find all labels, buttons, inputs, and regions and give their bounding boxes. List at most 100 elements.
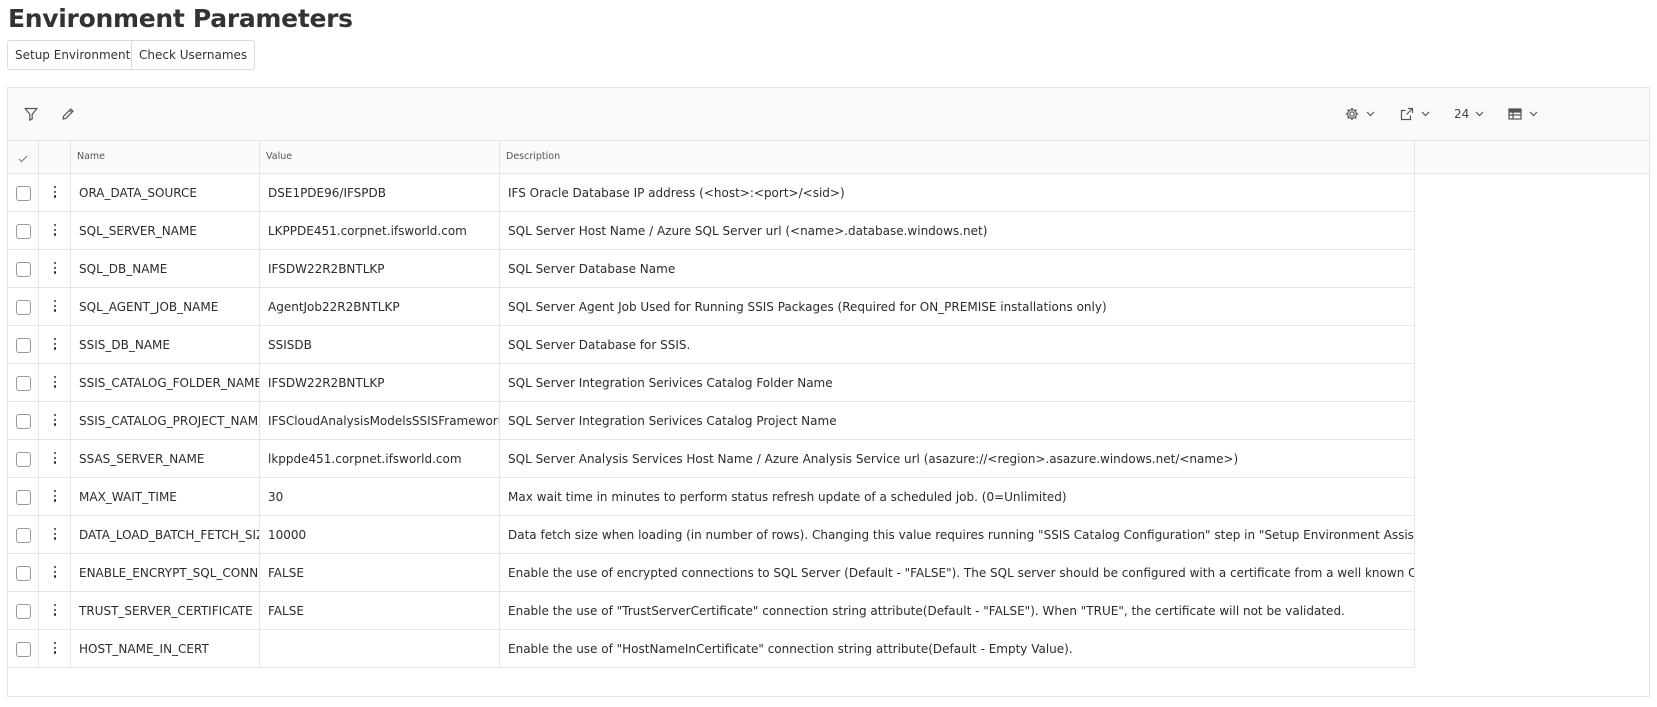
cell-name[interactable]: ORA_DATA_SOURCE <box>71 174 260 212</box>
table-view-dropdown[interactable] <box>1507 103 1538 125</box>
cell-description[interactable]: SQL Server Host Name / Azure SQL Server … <box>500 212 1415 250</box>
cell-description[interactable]: SQL Server Database Name <box>500 250 1415 288</box>
more-vertical-icon[interactable] <box>53 376 57 390</box>
more-vertical-icon[interactable] <box>53 262 57 276</box>
row-checkbox[interactable] <box>16 186 31 201</box>
cell-value[interactable]: IFSDW22R2BNTLKP <box>260 250 500 288</box>
column-header-value[interactable]: Value <box>260 141 500 174</box>
row-select-cell <box>8 212 39 250</box>
check-usernames-button[interactable]: Check Usernames <box>131 40 256 70</box>
more-vertical-icon[interactable] <box>53 414 57 428</box>
cell-value[interactable]: lkppde451.corpnet.ifsworld.com <box>260 440 500 478</box>
cell-value[interactable]: LKPPDE451.corpnet.ifsworld.com <box>260 212 500 250</box>
cell-description[interactable]: SQL Server Database for SSIS. <box>500 326 1415 364</box>
cell-value[interactable]: DSE1PDE96/IFSPDB <box>260 174 500 212</box>
table-row[interactable]: DATA_LOAD_BATCH_FETCH_SIZE 10000 Data fetc… <box>8 516 1415 554</box>
table-row[interactable]: ORA_DATA_SOURCE DSE1PDE96/IFSPDB IFS Oracl… <box>8 174 1415 212</box>
cell-name[interactable]: HOST_NAME_IN_CERT <box>71 630 260 668</box>
more-vertical-icon[interactable] <box>53 186 57 200</box>
more-vertical-icon[interactable] <box>53 452 57 466</box>
table-row[interactable]: SSAS_SERVER_NAME lkppde451.corpnet.ifswor… <box>8 440 1415 478</box>
column-header-name[interactable]: Name <box>71 141 260 174</box>
more-vertical-icon[interactable] <box>53 642 57 656</box>
row-checkbox[interactable] <box>16 414 31 429</box>
table-row[interactable]: SSIS_CATALOG_FOLDER_NAME IFSDW22R2BNTLKP S… <box>8 364 1415 402</box>
column-header-description[interactable]: Description <box>500 141 1415 174</box>
cell-description[interactable]: IFS Oracle Database IP address (<host>:<… <box>500 174 1415 212</box>
page-size-dropdown[interactable]: 24 <box>1454 103 1484 125</box>
row-checkbox[interactable] <box>16 528 31 543</box>
row-menu-cell <box>39 288 71 326</box>
cell-description[interactable]: SQL Server Analysis Services Host Name /… <box>500 440 1415 478</box>
more-vertical-icon[interactable] <box>53 300 57 314</box>
cell-value[interactable]: 10000 <box>260 516 500 554</box>
cell-name[interactable]: DATA_LOAD_BATCH_FETCH_SIZE <box>71 516 260 554</box>
row-checkbox[interactable] <box>16 452 31 467</box>
row-select-cell <box>8 174 39 212</box>
cell-value[interactable]: FALSE <box>260 592 500 630</box>
cell-description[interactable]: SQL Server Agent Job Used for Running SS… <box>500 288 1415 326</box>
filter-icon[interactable] <box>23 103 39 125</box>
row-checkbox[interactable] <box>16 338 31 353</box>
cell-name[interactable]: ENABLE_ENCRYPT_SQL_CONN <box>71 554 260 592</box>
table-row[interactable]: SQL_DB_NAME IFSDW22R2BNTLKP SQL Server Dat… <box>8 250 1415 288</box>
row-checkbox[interactable] <box>16 300 31 315</box>
table-row[interactable]: SSIS_CATALOG_PROJECT_NAME IFSCloudAnalysi… <box>8 402 1415 440</box>
table-view-icon <box>1508 108 1522 120</box>
more-vertical-icon[interactable] <box>53 528 57 542</box>
table-row[interactable]: SQL_AGENT_JOB_NAME AgentJob22R2BNTLKP SQL … <box>8 288 1415 326</box>
more-vertical-icon[interactable] <box>53 490 57 504</box>
row-menu-cell <box>39 516 71 554</box>
cell-description[interactable]: Enable the use of "HostNameInCertificate… <box>500 630 1415 668</box>
more-vertical-icon[interactable] <box>53 604 57 618</box>
chevron-down-icon <box>1529 111 1538 117</box>
cell-name[interactable]: SQL_DB_NAME <box>71 250 260 288</box>
export-dropdown[interactable] <box>1399 103 1430 125</box>
row-checkbox[interactable] <box>16 604 31 619</box>
row-menu-cell <box>39 592 71 630</box>
cell-description[interactable]: SQL Server Integration Serivices Catalog… <box>500 364 1415 402</box>
setup-environment-button[interactable]: Setup Environment <box>7 40 139 70</box>
cell-description[interactable]: Enable the use of "TrustServerCertificat… <box>500 592 1415 630</box>
edit-icon[interactable] <box>60 103 76 125</box>
cell-value[interactable]: AgentJob22R2BNTLKP <box>260 288 500 326</box>
cell-name[interactable]: SSIS_CATALOG_PROJECT_NAME <box>71 402 260 440</box>
cell-name[interactable]: SQL_SERVER_NAME <box>71 212 260 250</box>
table-row[interactable]: TRUST_SERVER_CERTIFICATE FALSE Enable the … <box>8 592 1415 630</box>
row-checkbox[interactable] <box>16 262 31 277</box>
select-all-checkbox[interactable] <box>8 141 39 174</box>
cell-name[interactable]: TRUST_SERVER_CERTIFICATE <box>71 592 260 630</box>
gear-icon <box>1345 107 1359 121</box>
settings-dropdown[interactable] <box>1344 103 1375 125</box>
cell-value[interactable]: FALSE <box>260 554 500 592</box>
cell-name[interactable]: SSIS_CATALOG_FOLDER_NAME <box>71 364 260 402</box>
more-vertical-icon[interactable] <box>53 224 57 238</box>
table-row[interactable]: HOST_NAME_IN_CERT Enable the use of "Host… <box>8 630 1415 668</box>
more-vertical-icon[interactable] <box>53 566 57 580</box>
table-row[interactable]: ENABLE_ENCRYPT_SQL_CONN FALSE Enable the u… <box>8 554 1415 592</box>
cell-description[interactable]: Data fetch size when loading (in number … <box>500 516 1415 554</box>
row-checkbox[interactable] <box>16 642 31 657</box>
cell-description[interactable]: SQL Server Integration Serivices Catalog… <box>500 402 1415 440</box>
row-select-cell <box>8 288 39 326</box>
cell-value[interactable]: SSISDB <box>260 326 500 364</box>
cell-value[interactable]: 30 <box>260 478 500 516</box>
cell-description[interactable]: Max wait time in minutes to perform stat… <box>500 478 1415 516</box>
row-checkbox[interactable] <box>16 224 31 239</box>
table-row[interactable]: MAX_WAIT_TIME 30 Max wait time in minutes … <box>8 478 1415 516</box>
cell-description[interactable]: Enable the use of encrypted connections … <box>500 554 1415 592</box>
row-select-cell <box>8 478 39 516</box>
cell-value[interactable]: IFSCloudAnalysisModelsSSISFramework <box>260 402 500 440</box>
cell-name[interactable]: SQL_AGENT_JOB_NAME <box>71 288 260 326</box>
table-row[interactable]: SSIS_DB_NAME SSISDB SQL Server Database fo… <box>8 326 1415 364</box>
more-vertical-icon[interactable] <box>53 338 57 352</box>
cell-value[interactable]: IFSDW22R2BNTLKP <box>260 364 500 402</box>
row-checkbox[interactable] <box>16 490 31 505</box>
table-row[interactable]: SQL_SERVER_NAME LKPPDE451.corpnet.ifsworl… <box>8 212 1415 250</box>
cell-value[interactable] <box>260 630 500 668</box>
row-checkbox[interactable] <box>16 376 31 391</box>
cell-name[interactable]: SSIS_DB_NAME <box>71 326 260 364</box>
row-checkbox[interactable] <box>16 566 31 581</box>
cell-name[interactable]: SSAS_SERVER_NAME <box>71 440 260 478</box>
cell-name[interactable]: MAX_WAIT_TIME <box>71 478 260 516</box>
